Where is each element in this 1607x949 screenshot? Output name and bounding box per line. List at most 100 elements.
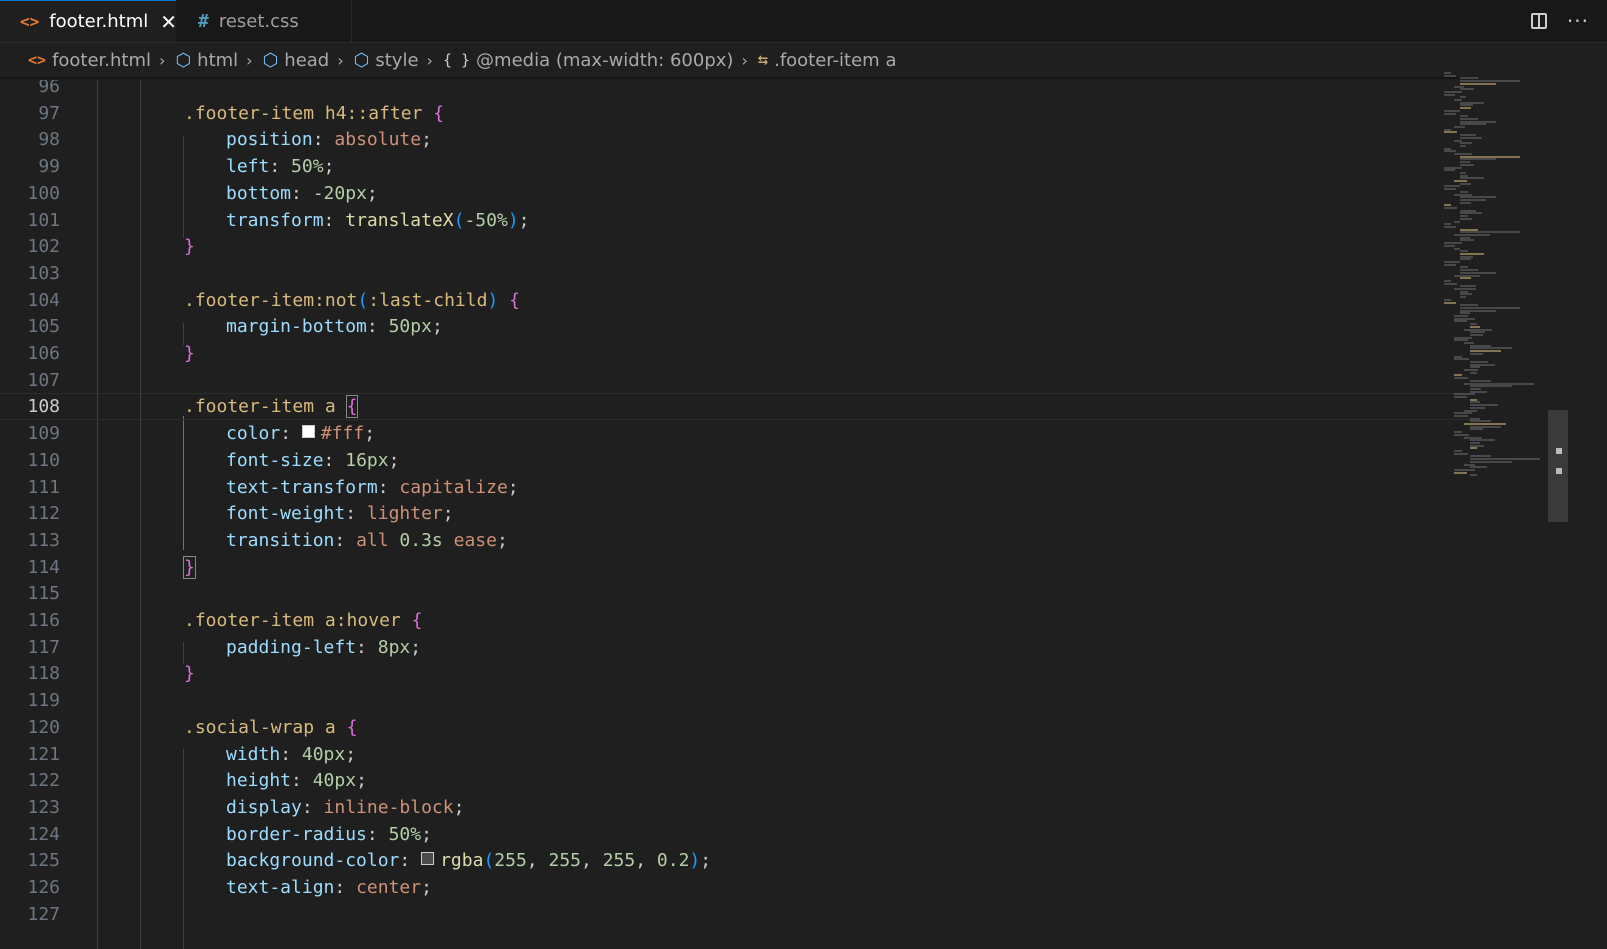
- minimap-line: [1470, 347, 1512, 350]
- code-line[interactable]: 97 .footer-item h4::after {: [0, 100, 1470, 127]
- code-line[interactable]: 105 margin-bottom: 50px;: [0, 313, 1470, 340]
- tab-footer-html[interactable]: <> footer.html ✕: [0, 0, 177, 42]
- minimap-line: [1470, 385, 1512, 388]
- minimap-line: [1460, 136, 1482, 139]
- code-token: :: [280, 744, 302, 765]
- code-line[interactable]: 122 height: 40px;: [0, 767, 1470, 794]
- color-swatch[interactable]: [301, 425, 315, 438]
- breadcrumb-item-style[interactable]: ⬡ style: [354, 50, 419, 71]
- code-token: ): [487, 290, 499, 311]
- code-line[interactable]: 110 font-size: 16px;: [0, 447, 1470, 474]
- cube-icon: ⬡: [262, 49, 279, 71]
- code-token: text-align: [226, 877, 335, 898]
- code-editor[interactable]: 96 97 .footer-item h4::after {98 position: …: [0, 80, 1470, 949]
- minimap-line: [1460, 190, 1469, 193]
- code-line[interactable]: 120 .social-wrap a {: [0, 714, 1470, 741]
- minimap-line: [1460, 155, 1520, 158]
- code-line[interactable]: 121 width: 40px;: [0, 741, 1470, 768]
- minimap-line: [1464, 463, 1476, 466]
- code-text: font-size: 16px;: [226, 447, 399, 474]
- code-token: ): [689, 850, 701, 871]
- minimap-line: [1460, 266, 1469, 269]
- code-line[interactable]: 102}: [0, 233, 1470, 260]
- code-line[interactable]: 114}: [0, 554, 1470, 581]
- minimap-line: [1444, 261, 1460, 263]
- code-token: ;: [507, 477, 519, 498]
- minimap-line: [1460, 107, 1471, 110]
- scroll-thumb[interactable]: [1548, 410, 1568, 522]
- code-token: ): [507, 210, 519, 231]
- code-line[interactable]: 126 text-align: center;: [0, 874, 1470, 901]
- minimap-line: [1444, 147, 1452, 150]
- code-token: left: [226, 156, 270, 177]
- code-token: ,: [635, 850, 657, 871]
- code-line[interactable]: 107: [0, 367, 1470, 394]
- code-token: {: [411, 610, 423, 631]
- code-line[interactable]: 116 .footer-item a:hover {: [0, 607, 1470, 634]
- minimap[interactable]: [1434, 72, 1554, 492]
- breadcrumb-item-file[interactable]: <> footer.html: [28, 50, 151, 71]
- minimap-line: [1454, 358, 1470, 361]
- scroll-marker: [1556, 468, 1562, 474]
- code-token: .footer-item a:hover: [184, 610, 412, 631]
- code-line[interactable]: 103: [0, 260, 1470, 287]
- color-swatch[interactable]: [421, 852, 435, 865]
- code-token: bottom: [226, 183, 292, 204]
- code-line[interactable]: 100 bottom: -20px;: [0, 180, 1470, 207]
- breadcrumb-item-selector[interactable]: ⇆ .footer-item a: [758, 50, 897, 71]
- code-line[interactable]: 118}: [0, 660, 1470, 687]
- code-line[interactable]: 108 .footer-item a {: [0, 393, 1470, 420]
- breadcrumb-item-html[interactable]: ⬡ html: [175, 50, 238, 71]
- code-token: :: [301, 797, 324, 818]
- code-token: :: [334, 530, 357, 551]
- code-line[interactable]: 109 color: #fff;: [0, 420, 1470, 447]
- code-line[interactable]: 123 display: inline-block;: [0, 794, 1470, 821]
- code-text: font-weight: lighter;: [226, 500, 454, 527]
- minimap-line: [1460, 309, 1496, 312]
- code-line[interactable]: 124 border-radius: 50%;: [0, 821, 1470, 848]
- code-token: color: [226, 423, 281, 444]
- minimap-line: [1460, 198, 1487, 201]
- line-number: 103: [27, 263, 60, 284]
- code-token: :: [280, 423, 302, 444]
- code-line[interactable]: 119: [0, 687, 1470, 714]
- vertical-scrollbar[interactable]: [1548, 80, 1568, 949]
- line-number: 110: [27, 450, 60, 471]
- minimap-line: [1460, 228, 1478, 231]
- code-text: .footer-item a {: [184, 394, 359, 419]
- code-token: height: [226, 770, 292, 791]
- breadcrumb-item-head[interactable]: ⬡ head: [263, 50, 330, 71]
- code-token: ;: [431, 316, 443, 337]
- minimap-line: [1454, 393, 1475, 396]
- code-line[interactable]: 113 transition: all 0.3s ease;: [0, 527, 1470, 554]
- code-line[interactable]: 101 transform: translateX(-50%);: [0, 207, 1470, 234]
- minimap-line: [1444, 131, 1458, 134]
- code-line[interactable]: 96: [0, 80, 1470, 100]
- code-line[interactable]: 115: [0, 580, 1470, 607]
- tab-reset-css[interactable]: # reset.css: [176, 0, 352, 42]
- breadcrumb-label: .footer-item a: [774, 49, 897, 71]
- minimap-line: [1464, 423, 1506, 425]
- code-line[interactable]: 117 padding-left: 8px;: [0, 634, 1470, 661]
- code-line[interactable]: 127: [0, 901, 1470, 928]
- code-line[interactable]: 125 background-color: rgba(255, 255, 255,…: [0, 847, 1470, 874]
- close-icon[interactable]: ✕: [160, 10, 177, 34]
- minimap-line: [1454, 315, 1469, 317]
- minimap-line: [1460, 285, 1476, 288]
- code-token: ;: [442, 503, 454, 524]
- code-token: ;: [366, 183, 378, 204]
- code-line[interactable]: 98 position: absolute;: [0, 126, 1470, 153]
- more-actions-icon[interactable]: ···: [1567, 9, 1589, 33]
- code-line[interactable]: 106}: [0, 340, 1470, 367]
- code-token: ease: [442, 530, 497, 551]
- code-token: }: [184, 663, 195, 684]
- split-editor-icon[interactable]: [1530, 13, 1547, 29]
- code-line[interactable]: 99 left: 50%;: [0, 153, 1470, 180]
- code-line[interactable]: 111 text-transform: capitalize;: [0, 474, 1470, 501]
- breadcrumb-item-media[interactable]: { } @media (max-width: 600px): [443, 50, 733, 71]
- code-token: lighter: [366, 503, 443, 524]
- code-token: display: [226, 797, 302, 818]
- minimap-line: [1454, 336, 1473, 339]
- code-line[interactable]: 112 font-weight: lighter;: [0, 500, 1470, 527]
- code-line[interactable]: 104 .footer-item:not(:last-child) {: [0, 287, 1470, 314]
